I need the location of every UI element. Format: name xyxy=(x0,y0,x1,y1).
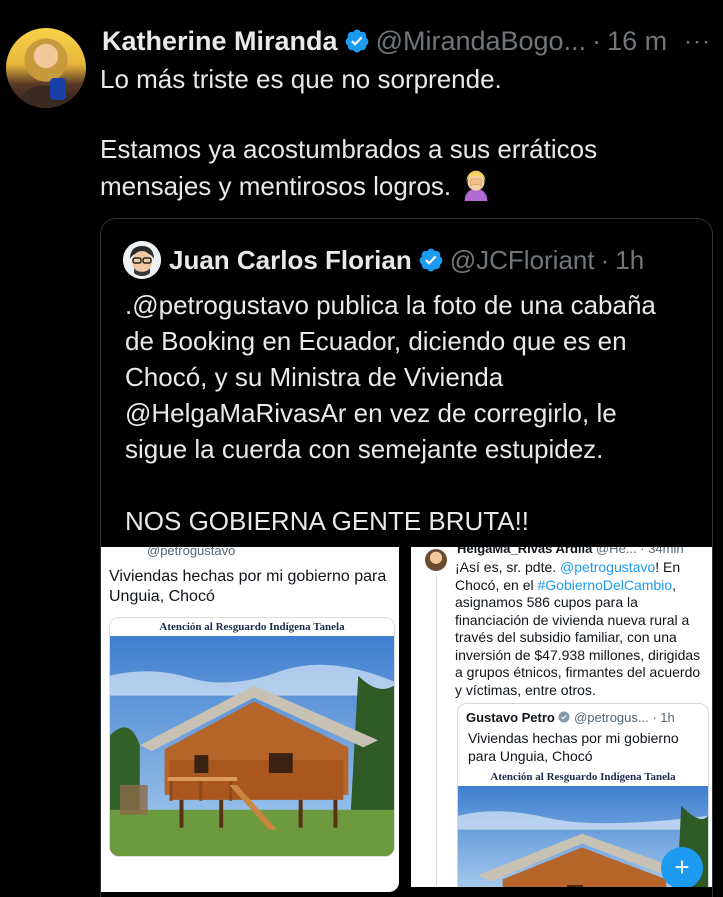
cabin-photo xyxy=(110,636,394,856)
tweet-line-3: mensajes y mentirosos logros. xyxy=(100,171,452,201)
media-screenshot-1[interactable]: @petrogustavo Viviendas hechas por mi go… xyxy=(101,547,399,892)
compose-fab-button[interactable]: + xyxy=(661,847,703,887)
screenshot-handle: @petrogustavo xyxy=(147,547,236,558)
author-name[interactable]: Katherine Miranda xyxy=(102,26,338,57)
separator-dot: · xyxy=(592,25,602,56)
quoted-author-handle[interactable]: @JCFloriant xyxy=(450,245,595,276)
facepalm-emoji-icon xyxy=(464,170,488,201)
quoted-line: de Booking en Ecuador, diciendo que es e… xyxy=(125,326,627,356)
image-banner: Atención al Resguardo Indígena Tanela xyxy=(159,621,345,633)
screenshot-reply-text: ¡Así es, sr. pdte. @petrogustavo! En Cho… xyxy=(455,559,701,698)
tweet-line-1: Lo más triste es que no sorprende. xyxy=(100,64,502,94)
hashtag-link: #GobiernoDelCambio xyxy=(537,576,673,593)
quoted-media[interactable]: @petrogustavo Viviendas hechas por mi go… xyxy=(101,547,712,897)
tweet-time[interactable]: 16 m xyxy=(607,26,667,57)
gray-verified-icon xyxy=(558,711,570,723)
quoted-line: Chocó, y su Ministra de Vivienda xyxy=(125,362,504,392)
quoted-author-avatar[interactable] xyxy=(123,241,161,279)
quoted-line: sigue la cuerda con semejante estupidez. xyxy=(125,434,604,464)
quoted-shout-line: NOS GOBIERNA GENTE BRUTA!! xyxy=(125,506,530,536)
more-options-icon[interactable]: ··· xyxy=(684,28,711,56)
tweet-line-2: Estamos ya acostumbrados a sus erráticos xyxy=(100,134,598,164)
cartoon-face-icon xyxy=(123,241,161,279)
inner-quote-header: Gustavo Petro @petrogus... · 1h xyxy=(466,710,675,725)
screenshot-author-name: HelgaMa_Rivas Ardila xyxy=(457,547,593,556)
quoted-header: Juan Carlos Florian @JCFloriant · 1h xyxy=(169,243,644,277)
thread-line xyxy=(436,575,437,885)
quoted-author-name[interactable]: Juan Carlos Florian xyxy=(169,245,412,276)
quoted-line: .@petrogustavo publica la foto de una ca… xyxy=(125,290,656,320)
author-avatar[interactable] xyxy=(6,28,86,108)
author-handle[interactable]: @MirandaBogo... xyxy=(376,26,587,57)
media-screenshot-2[interactable]: HelgaMa_Rivas Ardila @He... · 34min ¡Así… xyxy=(411,547,712,887)
screenshot-author-meta: @He... · 34min xyxy=(595,547,684,556)
quoted-tweet[interactable]: Juan Carlos Florian @JCFloriant · 1h .@p… xyxy=(100,218,713,897)
microphone-icon xyxy=(50,78,66,100)
screenshot-image-card: Atención al Resguardo Indígena Tanela xyxy=(109,617,395,857)
tweet[interactable]: Katherine Miranda @MirandaBogo... · 16 m… xyxy=(0,0,723,897)
tweet-header: Katherine Miranda @MirandaBogo... · 16 m xyxy=(102,24,667,58)
tweet-text: Lo más triste es que no sorprende. Estam… xyxy=(100,62,700,204)
verified-badge-icon xyxy=(345,29,368,53)
inner-quote-text: Viviendas hechas por mi gobierno para Un… xyxy=(468,730,679,764)
screenshot-author: HelgaMa_Rivas Ardila @He... · 34min xyxy=(457,547,684,556)
screenshot-avatar xyxy=(425,549,447,571)
separator-dot: · xyxy=(600,244,610,275)
quoted-time[interactable]: 1h xyxy=(615,245,644,276)
screenshot-tweet-text: Viviendas hechas por mi gobierno para Un… xyxy=(109,568,387,605)
tweet-line-3-wrap: mensajes y mentirosos logros. xyxy=(100,167,700,204)
quoted-line: @HelgaMaRivasAr en vez de corregirlo, le xyxy=(125,398,617,428)
inner-quote-author: Gustavo Petro xyxy=(466,710,555,725)
inner-image-banner: Atención al Resguardo Indígena Tanela xyxy=(490,771,676,783)
mention-link: @petrogustavo xyxy=(560,559,656,575)
verified-badge-icon xyxy=(419,248,443,272)
quoted-text: .@petrogustavo publica la foto de una ca… xyxy=(125,287,705,539)
inner-quote-meta: @petrogus... · 1h xyxy=(574,710,675,725)
